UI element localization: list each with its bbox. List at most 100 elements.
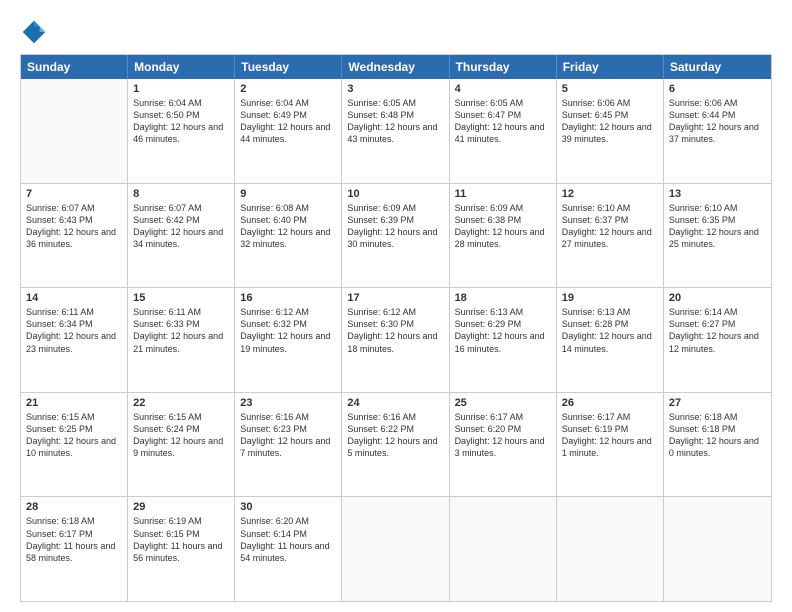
day-info: Sunrise: 6:09 AM Sunset: 6:39 PM Dayligh… xyxy=(347,202,443,251)
day-number: 28 xyxy=(26,501,122,513)
day-number: 22 xyxy=(133,397,229,409)
day-info: Sunrise: 6:18 AM Sunset: 6:17 PM Dayligh… xyxy=(26,515,122,564)
calendar-cell: 15 Sunrise: 6:11 AM Sunset: 6:33 PM Dayli… xyxy=(128,288,235,392)
calendar-cell: 6 Sunrise: 6:06 AM Sunset: 6:44 PM Daylig… xyxy=(664,79,771,183)
day-number: 1 xyxy=(133,83,229,95)
day-number: 7 xyxy=(26,188,122,200)
day-number: 8 xyxy=(133,188,229,200)
day-info: Sunrise: 6:13 AM Sunset: 6:28 PM Dayligh… xyxy=(562,306,658,355)
day-number: 27 xyxy=(669,397,766,409)
calendar-cell: 5 Sunrise: 6:06 AM Sunset: 6:45 PM Daylig… xyxy=(557,79,664,183)
day-info: Sunrise: 6:04 AM Sunset: 6:49 PM Dayligh… xyxy=(240,97,336,146)
calendar-cell: 16 Sunrise: 6:12 AM Sunset: 6:32 PM Dayli… xyxy=(235,288,342,392)
calendar-cell: 21 Sunrise: 6:15 AM Sunset: 6:25 PM Dayli… xyxy=(21,393,128,497)
day-number: 13 xyxy=(669,188,766,200)
day-info: Sunrise: 6:10 AM Sunset: 6:35 PM Dayligh… xyxy=(669,202,766,251)
day-info: Sunrise: 6:15 AM Sunset: 6:25 PM Dayligh… xyxy=(26,411,122,460)
logo xyxy=(20,18,52,46)
calendar-cell: 8 Sunrise: 6:07 AM Sunset: 6:42 PM Daylig… xyxy=(128,184,235,288)
calendar-cell xyxy=(342,497,449,601)
day-info: Sunrise: 6:07 AM Sunset: 6:42 PM Dayligh… xyxy=(133,202,229,251)
calendar-cell: 30Sunrise: 6:20 AM Sunset: 6:14 PM Dayli… xyxy=(235,497,342,601)
day-number: 24 xyxy=(347,397,443,409)
day-number: 18 xyxy=(455,292,551,304)
day-number: 2 xyxy=(240,83,336,95)
calendar: SundayMondayTuesdayWednesdayThursdayFrid… xyxy=(20,54,772,602)
day-info: Sunrise: 6:13 AM Sunset: 6:29 PM Dayligh… xyxy=(455,306,551,355)
day-info: Sunrise: 6:16 AM Sunset: 6:22 PM Dayligh… xyxy=(347,411,443,460)
day-header-wednesday: Wednesday xyxy=(342,55,449,79)
day-info: Sunrise: 6:18 AM Sunset: 6:18 PM Dayligh… xyxy=(669,411,766,460)
day-number: 23 xyxy=(240,397,336,409)
day-number: 17 xyxy=(347,292,443,304)
day-info: Sunrise: 6:09 AM Sunset: 6:38 PM Dayligh… xyxy=(455,202,551,251)
day-info: Sunrise: 6:11 AM Sunset: 6:33 PM Dayligh… xyxy=(133,306,229,355)
calendar-cell xyxy=(664,497,771,601)
calendar-week-3: 14 Sunrise: 6:11 AM Sunset: 6:34 PM Dayli… xyxy=(21,287,771,392)
calendar-body: 1 Sunrise: 6:04 AM Sunset: 6:50 PM Daylig… xyxy=(21,79,771,601)
logo-icon xyxy=(20,18,48,46)
calendar-week-5: 28 Sunrise: 6:18 AM Sunset: 6:17 PM Dayli… xyxy=(21,496,771,601)
calendar-cell: 18 Sunrise: 6:13 AM Sunset: 6:29 PM Dayli… xyxy=(450,288,557,392)
day-number: 21 xyxy=(26,397,122,409)
calendar-cell: 24 Sunrise: 6:16 AM Sunset: 6:22 PM Dayli… xyxy=(342,393,449,497)
day-info: Sunrise: 6:17 AM Sunset: 6:19 PM Dayligh… xyxy=(562,411,658,460)
calendar-cell: 9 Sunrise: 6:08 AM Sunset: 6:40 PM Daylig… xyxy=(235,184,342,288)
calendar-header: SundayMondayTuesdayWednesdayThursdayFrid… xyxy=(21,55,771,79)
day-info: Sunrise: 6:16 AM Sunset: 6:23 PM Dayligh… xyxy=(240,411,336,460)
day-number: 16 xyxy=(240,292,336,304)
calendar-cell: 4Sunrise: 6:05 AM Sunset: 6:47 PM Daylig… xyxy=(450,79,557,183)
day-number: 11 xyxy=(455,188,551,200)
day-info: Sunrise: 6:06 AM Sunset: 6:44 PM Dayligh… xyxy=(669,97,766,146)
day-header-sunday: Sunday xyxy=(21,55,128,79)
day-header-monday: Monday xyxy=(128,55,235,79)
calendar-cell: 10 Sunrise: 6:09 AM Sunset: 6:39 PM Dayli… xyxy=(342,184,449,288)
day-info: Sunrise: 6:14 AM Sunset: 6:27 PM Dayligh… xyxy=(669,306,766,355)
day-header-thursday: Thursday xyxy=(450,55,557,79)
calendar-cell: 22 Sunrise: 6:15 AM Sunset: 6:24 PM Dayli… xyxy=(128,393,235,497)
day-number: 25 xyxy=(455,397,551,409)
calendar-cell xyxy=(557,497,664,601)
calendar-cell: 28 Sunrise: 6:18 AM Sunset: 6:17 PM Dayli… xyxy=(21,497,128,601)
calendar-cell: 29Sunrise: 6:19 AM Sunset: 6:15 PM Dayli… xyxy=(128,497,235,601)
day-header-friday: Friday xyxy=(557,55,664,79)
calendar-week-4: 21 Sunrise: 6:15 AM Sunset: 6:25 PM Dayli… xyxy=(21,392,771,497)
day-info: Sunrise: 6:11 AM Sunset: 6:34 PM Dayligh… xyxy=(26,306,122,355)
header xyxy=(20,18,772,46)
calendar-cell: 1 Sunrise: 6:04 AM Sunset: 6:50 PM Daylig… xyxy=(128,79,235,183)
day-number: 6 xyxy=(669,83,766,95)
day-info: Sunrise: 6:17 AM Sunset: 6:20 PM Dayligh… xyxy=(455,411,551,460)
day-number: 19 xyxy=(562,292,658,304)
day-number: 15 xyxy=(133,292,229,304)
calendar-cell: 26 Sunrise: 6:17 AM Sunset: 6:19 PM Dayli… xyxy=(557,393,664,497)
day-info: Sunrise: 6:15 AM Sunset: 6:24 PM Dayligh… xyxy=(133,411,229,460)
calendar-cell: 20 Sunrise: 6:14 AM Sunset: 6:27 PM Dayli… xyxy=(664,288,771,392)
day-info: Sunrise: 6:06 AM Sunset: 6:45 PM Dayligh… xyxy=(562,97,658,146)
day-number: 26 xyxy=(562,397,658,409)
calendar-cell: 23 Sunrise: 6:16 AM Sunset: 6:23 PM Dayli… xyxy=(235,393,342,497)
calendar-cell: 12Sunrise: 6:10 AM Sunset: 6:37 PM Dayli… xyxy=(557,184,664,288)
calendar-cell xyxy=(450,497,557,601)
calendar-cell: 2 Sunrise: 6:04 AM Sunset: 6:49 PM Daylig… xyxy=(235,79,342,183)
calendar-cell: 14 Sunrise: 6:11 AM Sunset: 6:34 PM Dayli… xyxy=(21,288,128,392)
day-info: Sunrise: 6:08 AM Sunset: 6:40 PM Dayligh… xyxy=(240,202,336,251)
page: SundayMondayTuesdayWednesdayThursdayFrid… xyxy=(0,0,792,612)
day-number: 14 xyxy=(26,292,122,304)
calendar-cell: 7 Sunrise: 6:07 AM Sunset: 6:43 PM Daylig… xyxy=(21,184,128,288)
day-info: Sunrise: 6:04 AM Sunset: 6:50 PM Dayligh… xyxy=(133,97,229,146)
day-info: Sunrise: 6:07 AM Sunset: 6:43 PM Dayligh… xyxy=(26,202,122,251)
calendar-cell: 25 Sunrise: 6:17 AM Sunset: 6:20 PM Dayli… xyxy=(450,393,557,497)
day-number: 10 xyxy=(347,188,443,200)
day-number: 5 xyxy=(562,83,658,95)
day-info: Sunrise: 6:10 AM Sunset: 6:37 PM Dayligh… xyxy=(562,202,658,251)
day-number: 29 xyxy=(133,501,229,513)
day-number: 20 xyxy=(669,292,766,304)
day-number: 9 xyxy=(240,188,336,200)
day-header-saturday: Saturday xyxy=(664,55,771,79)
calendar-cell: 3Sunrise: 6:05 AM Sunset: 6:48 PM Daylig… xyxy=(342,79,449,183)
day-info: Sunrise: 6:12 AM Sunset: 6:32 PM Dayligh… xyxy=(240,306,336,355)
calendar-week-2: 7 Sunrise: 6:07 AM Sunset: 6:43 PM Daylig… xyxy=(21,183,771,288)
calendar-week-1: 1 Sunrise: 6:04 AM Sunset: 6:50 PM Daylig… xyxy=(21,79,771,183)
day-info: Sunrise: 6:05 AM Sunset: 6:48 PM Dayligh… xyxy=(347,97,443,146)
calendar-cell: 27 Sunrise: 6:18 AM Sunset: 6:18 PM Dayli… xyxy=(664,393,771,497)
